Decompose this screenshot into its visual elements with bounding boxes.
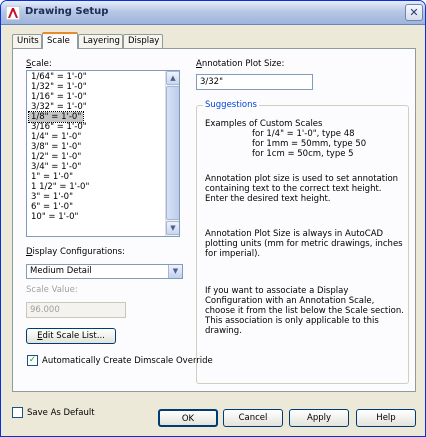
list-item[interactable]: 1/4" = 1'-0" xyxy=(29,132,83,142)
help-button[interactable]: Help xyxy=(356,409,416,427)
suggestions-group: Suggestions Examples of Custom Scales fo… xyxy=(196,100,409,384)
save-as-default-label: Save As Default xyxy=(27,408,95,418)
example-line-1: for 1/4" = 1'-0", type 48 xyxy=(252,129,355,139)
example-line-2: for 1mm = 50mm, type 50 xyxy=(252,139,367,149)
display-config-value: Medium Detail xyxy=(30,266,92,276)
scroll-up-button[interactable]: ▲ xyxy=(166,71,179,85)
chevron-down-icon: ▼ xyxy=(170,224,176,232)
scroll-thumb[interactable] xyxy=(166,86,179,220)
edit-scale-list-button[interactable]: Edit Scale List... xyxy=(26,328,116,344)
cancel-button[interactable]: Cancel xyxy=(223,409,283,427)
window-title: Drawing Setup xyxy=(25,6,109,17)
annotation-label-rest: nnotation Plot Size: xyxy=(201,59,285,69)
list-item[interactable]: 3/8" = 1'-0" xyxy=(29,142,83,152)
chevron-down-icon: ▼ xyxy=(172,267,179,275)
close-icon: ✕ xyxy=(409,6,419,19)
list-item[interactable]: 1 1/2" = 1'-0" xyxy=(29,182,91,192)
display-config-label: Display Configurations: xyxy=(26,247,125,257)
tab-units[interactable]: Units xyxy=(12,34,42,48)
checkmark-icon: ✓ xyxy=(28,355,37,365)
title-bar[interactable]: Drawing Setup ✕ xyxy=(1,1,425,25)
edit-scale-list-label-rest: dit Scale List... xyxy=(42,331,105,341)
list-item[interactable]: 6" = 1'-0" xyxy=(29,202,75,212)
list-item[interactable]: 10" = 1'-0" xyxy=(29,212,80,222)
scale-value-label: Scale Value: xyxy=(26,285,78,295)
dimscale-override-checkbox[interactable]: ✓ xyxy=(27,355,38,366)
chevron-up-icon: ▲ xyxy=(170,74,176,82)
ok-button[interactable]: OK xyxy=(158,409,218,427)
tab-display[interactable]: Display xyxy=(123,34,163,48)
suggestions-title: Suggestions xyxy=(203,100,259,110)
examples-title: Examples of Custom Scales xyxy=(205,119,323,129)
list-item[interactable]: 3/32" = 1'-0" xyxy=(29,102,89,112)
list-item[interactable]: 3" = 1'-0" xyxy=(29,192,75,202)
list-item-selected[interactable]: 1/8" = 1'-0" xyxy=(27,111,85,123)
tab-scale[interactable]: Scale xyxy=(42,32,78,49)
scale-label-rest: cale: xyxy=(31,59,52,69)
list-item[interactable]: 1/16" = 1'-0" xyxy=(29,92,89,102)
scale-label: Scale: xyxy=(26,59,52,69)
display-config-label-rest: isplay Configurations: xyxy=(32,247,125,257)
save-as-default-checkbox[interactable] xyxy=(12,407,23,418)
scale-list-scrollbar[interactable]: ▲ ▼ xyxy=(165,71,179,236)
scroll-down-button[interactable]: ▼ xyxy=(166,221,179,235)
autocad-app-icon xyxy=(6,6,20,20)
list-item[interactable]: 1" = 1'-0" xyxy=(29,172,75,182)
annotation-plot-size-input[interactable]: 3/32" xyxy=(196,74,313,90)
tab-layering[interactable]: Layering xyxy=(78,34,123,48)
scale-value-field: 96.000 xyxy=(26,302,126,318)
display-config-select[interactable]: Medium Detail ▼ xyxy=(26,264,183,279)
example-line-3: for 1cm = 50cm, type 5 xyxy=(252,149,354,159)
list-item[interactable]: 1/2" = 1'-0" xyxy=(29,152,83,162)
scale-tab-panel: Scale: 1/64" = 1'-0" 1/32" = 1'-0" 1/16"… xyxy=(12,48,416,392)
dimscale-override-label: Automatically Create Dimscale Override xyxy=(42,356,213,366)
close-button[interactable]: ✕ xyxy=(405,4,423,21)
list-item[interactable]: 1/64" = 1'-0" xyxy=(29,72,89,82)
list-item[interactable]: 1/32" = 1'-0" xyxy=(29,82,89,92)
suggestion-paragraph-2: Annotation Plot Size is always in AutoCA… xyxy=(205,229,403,259)
suggestion-paragraph-1: Annotation plot size is used to set anno… xyxy=(205,174,399,204)
drawing-setup-dialog: Drawing Setup ✕ Units Scale Layering Dis… xyxy=(0,0,426,437)
list-item[interactable]: 3/4" = 1'-0" xyxy=(29,162,83,172)
scale-list[interactable]: 1/64" = 1'-0" 1/32" = 1'-0" 1/16" = 1'-0… xyxy=(26,70,180,237)
suggestion-paragraph-3: If you want to associate a Display Confi… xyxy=(205,286,404,336)
annotation-plot-size-label: Annotation Plot Size: xyxy=(196,59,285,69)
list-item[interactable]: 3/16" = 1'-0" xyxy=(29,122,89,132)
dropdown-arrow[interactable]: ▼ xyxy=(168,265,182,278)
apply-button[interactable]: Apply xyxy=(289,409,349,427)
